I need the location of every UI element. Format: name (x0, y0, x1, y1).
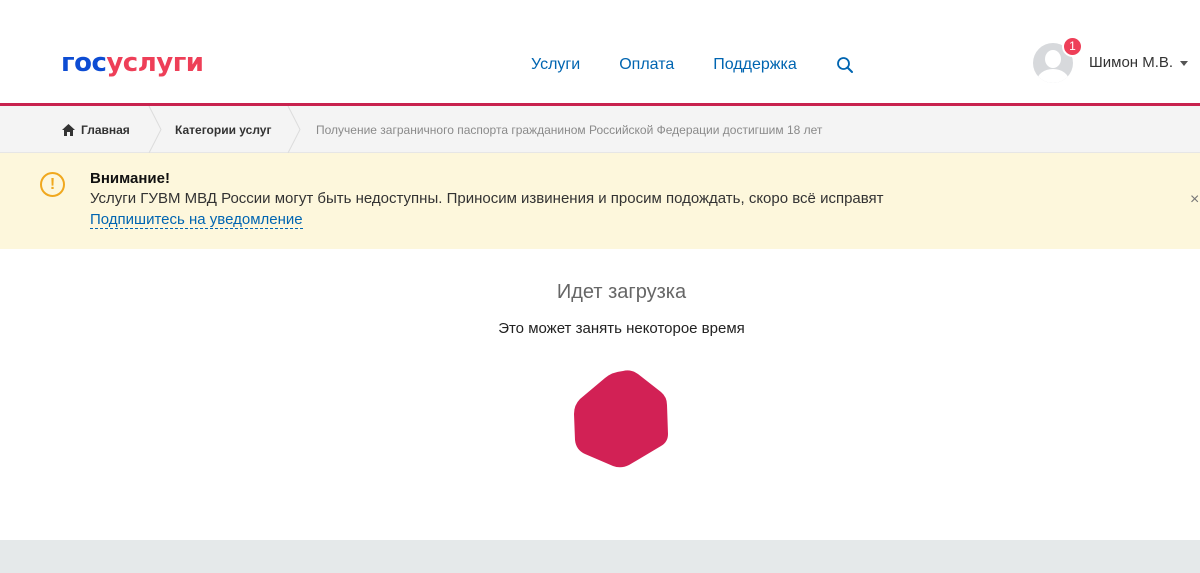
logo-text-gos: гос (61, 48, 107, 78)
logo-text-uslugi: услуги (106, 48, 204, 78)
subscribe-notification-link[interactable]: Подпишитесь на уведомление (90, 211, 303, 229)
footer (0, 540, 1200, 573)
home-icon (62, 123, 75, 136)
notification-badge[interactable]: 1 (1062, 36, 1083, 57)
header: госуслуги Услуги Оплата Поддержка Шимон … (0, 0, 1200, 103)
user-name[interactable]: Шимон М.В. (1089, 53, 1173, 73)
alert-title: Внимание! (90, 170, 170, 187)
nav-services[interactable]: Услуги (531, 55, 580, 75)
breadcrumb-separator (148, 106, 162, 153)
alert-text: Услуги ГУВМ МВД России могут быть недост… (90, 190, 884, 207)
breadcrumb-home-label: Главная (81, 122, 130, 137)
breadcrumb-current: Получение заграничного паспорта граждани… (316, 122, 823, 137)
loading-subtitle: Это может занять некоторое время (498, 320, 745, 337)
search-icon[interactable] (836, 56, 854, 74)
breadcrumb-home[interactable]: Главная (62, 106, 130, 153)
loading-title: Идет загрузка (556, 281, 687, 303)
close-icon[interactable]: × (1190, 192, 1199, 208)
exclamation-circle-icon: ! (40, 172, 65, 197)
user-menu[interactable]: Шимон М.В. (1033, 43, 1189, 83)
main-nav: Услуги Оплата Поддержка (531, 55, 854, 75)
loading-spinner-icon (574, 370, 668, 468)
chevron-down-icon[interactable] (1180, 61, 1189, 66)
gosuslugi-logo[interactable]: госуслуги (61, 48, 204, 78)
breadcrumb: Главная Категории услуг Получение загран… (0, 106, 1200, 153)
breadcrumb-categories[interactable]: Категории услуг (175, 106, 271, 153)
nav-payment[interactable]: Оплата (619, 55, 674, 75)
breadcrumb-separator (287, 106, 301, 153)
nav-support[interactable]: Поддержка (713, 55, 796, 75)
